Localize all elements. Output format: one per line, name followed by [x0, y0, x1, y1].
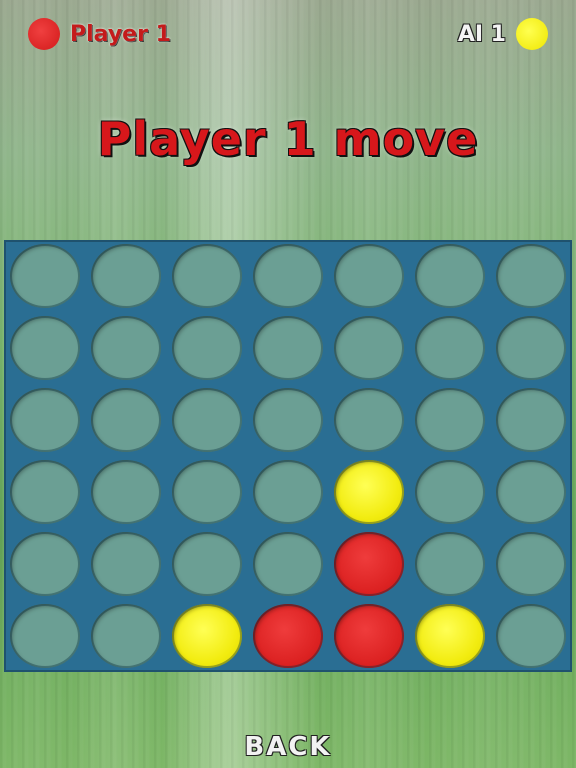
back-button[interactable]: BACK	[0, 732, 576, 762]
board-slot[interactable]	[10, 388, 80, 452]
board-slot[interactable]	[496, 388, 566, 452]
board-slot[interactable]	[496, 604, 566, 668]
board-slot[interactable]	[10, 604, 80, 668]
board-slot[interactable]	[91, 388, 161, 452]
board-slot[interactable]	[496, 532, 566, 596]
board-slot[interactable]	[415, 316, 485, 380]
board-slot[interactable]	[253, 316, 323, 380]
board-slot[interactable]	[415, 532, 485, 596]
board-slot[interactable]	[415, 244, 485, 308]
board-slot[interactable]	[415, 388, 485, 452]
ai-score: AI 1	[458, 18, 548, 50]
board-slot[interactable]	[10, 316, 80, 380]
board-slot[interactable]	[334, 316, 404, 380]
board-slot[interactable]	[253, 388, 323, 452]
board-slot[interactable]	[172, 388, 242, 452]
board-slot[interactable]	[172, 316, 242, 380]
board-slot[interactable]	[91, 316, 161, 380]
board-slot[interactable]	[10, 460, 80, 524]
ai-disc-icon	[516, 18, 548, 50]
board-slot[interactable]	[172, 244, 242, 308]
board-slot[interactable]	[253, 532, 323, 596]
player-label: Player 1	[70, 21, 171, 47]
board-slot[interactable]	[91, 532, 161, 596]
player-score: Player 1	[28, 18, 171, 50]
board-slot[interactable]	[496, 460, 566, 524]
player-disc-icon	[28, 18, 60, 50]
board-slot[interactable]	[253, 244, 323, 308]
red-disc[interactable]	[253, 604, 323, 668]
board-slot[interactable]	[10, 244, 80, 308]
game-board[interactable]	[4, 240, 572, 672]
yellow-disc[interactable]	[415, 604, 485, 668]
red-disc[interactable]	[334, 604, 404, 668]
turn-status-title: Player 1 move	[97, 112, 479, 166]
board-slot[interactable]	[496, 244, 566, 308]
board-slot[interactable]	[172, 532, 242, 596]
board-slot[interactable]	[253, 460, 323, 524]
ai-label: AI 1	[457, 21, 506, 47]
board-slot[interactable]	[91, 460, 161, 524]
yellow-disc[interactable]	[172, 604, 242, 668]
red-disc[interactable]	[334, 532, 404, 596]
board-slot[interactable]	[172, 460, 242, 524]
board-slot[interactable]	[91, 604, 161, 668]
board-slot[interactable]	[334, 388, 404, 452]
board-slot[interactable]	[415, 460, 485, 524]
yellow-disc[interactable]	[334, 460, 404, 524]
board-slot[interactable]	[334, 244, 404, 308]
board-slot[interactable]	[496, 316, 566, 380]
board-slot[interactable]	[91, 244, 161, 308]
board-slot[interactable]	[10, 532, 80, 596]
